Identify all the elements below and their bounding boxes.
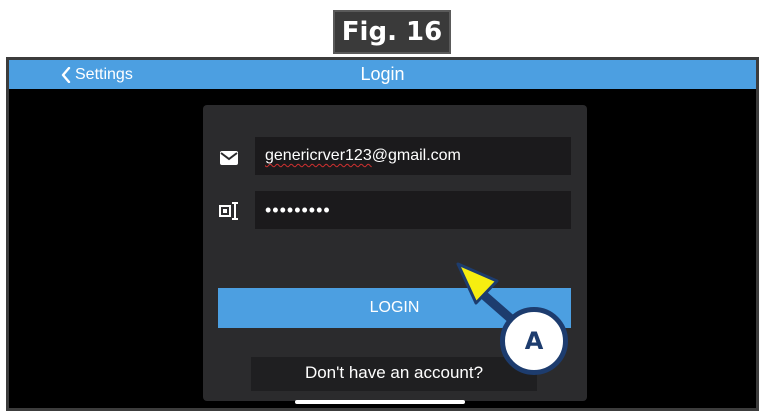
- email-value-domain: @gmail.com: [371, 147, 461, 164]
- page-title: Login: [360, 64, 405, 84]
- email-value-username: genericrver123: [265, 147, 372, 164]
- home-indicator: [295, 400, 465, 404]
- figure-label: Fig. 16: [333, 10, 451, 54]
- envelope-icon: [220, 151, 238, 165]
- signup-link[interactable]: Don't have an account?: [251, 357, 537, 391]
- device-screen: Settings Login genericrver123@gmail.com …: [6, 57, 759, 411]
- callout-badge: A: [500, 307, 568, 375]
- password-field[interactable]: •••••••••: [255, 191, 571, 229]
- email-field[interactable]: genericrver123@gmail.com: [255, 137, 571, 175]
- navigation-bar: Settings Login: [9, 60, 756, 89]
- password-field-icon: [219, 202, 238, 220]
